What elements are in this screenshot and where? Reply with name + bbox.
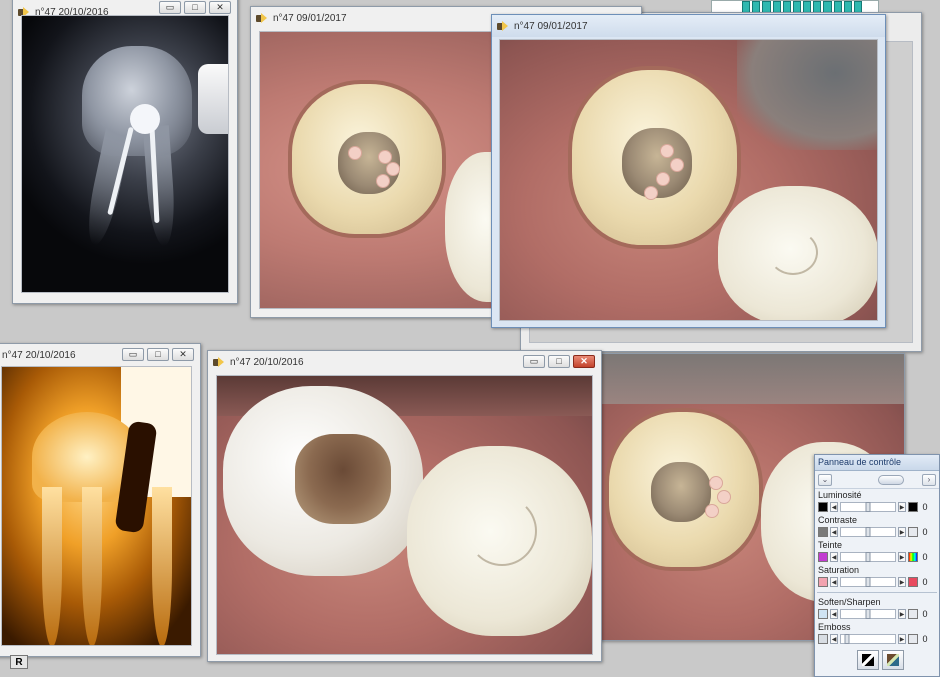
increase-button[interactable]: ▶ xyxy=(898,609,906,619)
control-label: Emboss xyxy=(818,622,851,632)
bw-filter-button[interactable] xyxy=(857,650,879,670)
control-slider[interactable] xyxy=(840,634,896,644)
control-slider[interactable] xyxy=(840,609,896,619)
control-swatch-icon[interactable] xyxy=(818,577,828,587)
control-slider[interactable] xyxy=(840,527,896,537)
clinical-photo-front xyxy=(499,39,878,321)
increase-button[interactable]: ▶ xyxy=(898,502,906,512)
decrease-button[interactable]: ◀ xyxy=(830,552,838,562)
increase-button[interactable]: ▶ xyxy=(898,577,906,587)
slider-knob[interactable] xyxy=(865,502,871,512)
window-title: n°47 09/01/2017 xyxy=(273,12,347,24)
control-end-icon xyxy=(908,609,918,619)
decrease-button[interactable]: ◀ xyxy=(830,577,838,587)
clinical-photo-bottom xyxy=(216,375,593,655)
photo-window-front[interactable]: n°47 09/01/2017 xyxy=(491,14,886,328)
maximize-button[interactable]: □ xyxy=(184,1,206,14)
control-value: 0 xyxy=(922,502,928,512)
close-button[interactable]: ✕ xyxy=(573,355,595,368)
minimize-button[interactable]: ▭ xyxy=(159,1,181,14)
photo-front-titlebar[interactable]: n°47 09/01/2017 xyxy=(492,15,885,37)
control-end-icon xyxy=(908,577,918,587)
increase-button[interactable]: ▶ xyxy=(898,634,906,644)
control-value: 0 xyxy=(922,527,928,537)
increase-button[interactable]: ▶ xyxy=(898,552,906,562)
contrast-icon xyxy=(862,654,874,666)
decrease-button[interactable]: ◀ xyxy=(830,609,838,619)
control-panel-toolbar: ⌄ › xyxy=(815,471,939,489)
maximize-button[interactable]: □ xyxy=(147,348,169,361)
panel-scroll-right-button[interactable]: › xyxy=(922,473,936,486)
window-title: n°47 20/10/2016 xyxy=(230,356,304,368)
control-swatch-icon[interactable] xyxy=(818,527,828,537)
control-value: 0 xyxy=(922,577,928,587)
control-label: Contraste xyxy=(818,515,858,525)
control-label: Teinte xyxy=(818,540,843,550)
panel-separator xyxy=(817,592,937,593)
decrease-button[interactable]: ◀ xyxy=(830,527,838,537)
decrease-button[interactable]: ◀ xyxy=(830,502,838,512)
increase-button[interactable]: ▶ xyxy=(898,527,906,537)
control-panel[interactable]: Panneau de contrôle ⌄ › Luminosité ◀ ▶ 0 Con… xyxy=(814,454,940,677)
control-label: Luminosité xyxy=(818,490,862,500)
close-button[interactable]: ✕ xyxy=(209,1,231,14)
control-4: Saturation ◀ ▶ 0 xyxy=(815,564,939,589)
control-swatch-icon[interactable] xyxy=(818,634,828,644)
photo-window-bottom[interactable]: n°47 20/10/2016 ▭ □ ✕ xyxy=(207,350,602,662)
close-button[interactable]: ✕ xyxy=(172,348,194,361)
xray-image xyxy=(21,15,229,293)
slider-knob[interactable] xyxy=(865,552,871,562)
slider-knob[interactable] xyxy=(865,609,871,619)
control-end-icon xyxy=(908,634,918,644)
control-5: Soften/Sharpen ◀ ▶ 0 xyxy=(815,596,939,621)
control-slider[interactable] xyxy=(840,502,896,512)
window-title: n°47 09/01/2017 xyxy=(514,20,588,32)
control-value: 0 xyxy=(922,634,928,644)
control-slider[interactable] xyxy=(840,552,896,562)
control-swatch-icon[interactable] xyxy=(818,609,828,619)
palette-icon xyxy=(887,654,899,666)
control-swatch-icon[interactable] xyxy=(818,502,828,512)
slider-knob[interactable] xyxy=(844,634,850,644)
r-button[interactable]: R xyxy=(10,655,28,669)
control-value: 0 xyxy=(922,609,928,619)
control-slider[interactable] xyxy=(840,577,896,587)
preset-slider-icon[interactable] xyxy=(878,474,904,485)
orange-xray-window[interactable]: n°47 20/10/2016 ▭ □ ✕ xyxy=(0,343,201,657)
control-label: Saturation xyxy=(818,565,860,575)
window-title: n°47 20/10/2016 xyxy=(2,349,76,361)
control-1: Luminosité ◀ ▶ 0 xyxy=(815,489,939,514)
control-end-icon xyxy=(908,552,918,562)
control-6: Emboss ◀ ▶ 0 xyxy=(815,621,939,646)
control-swatch-icon[interactable] xyxy=(818,552,828,562)
maximize-button[interactable]: □ xyxy=(548,355,570,368)
minimize-button[interactable]: ▭ xyxy=(122,348,144,361)
orange-xray-titlebar[interactable]: n°47 20/10/2016 ▭ □ ✕ xyxy=(0,344,200,366)
photo-icon xyxy=(256,13,268,23)
control-end-icon xyxy=(908,527,918,537)
photo-icon xyxy=(497,21,509,31)
photo-bottom-titlebar[interactable]: n°47 20/10/2016 ▭ □ ✕ xyxy=(208,351,601,373)
slider-knob[interactable] xyxy=(865,527,871,537)
control-3: Teinte ◀ ▶ 0 xyxy=(815,539,939,564)
color-filter-button[interactable] xyxy=(882,650,904,670)
photo-icon xyxy=(213,357,225,367)
control-end-icon xyxy=(908,502,918,512)
orange-xray-image xyxy=(1,366,192,646)
slider-knob[interactable] xyxy=(865,577,871,587)
control-label: Soften/Sharpen xyxy=(818,597,881,607)
control-value: 0 xyxy=(922,552,928,562)
dropdown-button[interactable]: ⌄ xyxy=(818,473,832,486)
xray-window[interactable]: n°47 20/10/2016 ▭ □ ✕ xyxy=(12,0,238,304)
decrease-button[interactable]: ◀ xyxy=(830,634,838,644)
control-2: Contraste ◀ ▶ 0 xyxy=(815,514,939,539)
control-panel-title: Panneau de contrôle xyxy=(815,455,939,471)
minimize-button[interactable]: ▭ xyxy=(523,355,545,368)
